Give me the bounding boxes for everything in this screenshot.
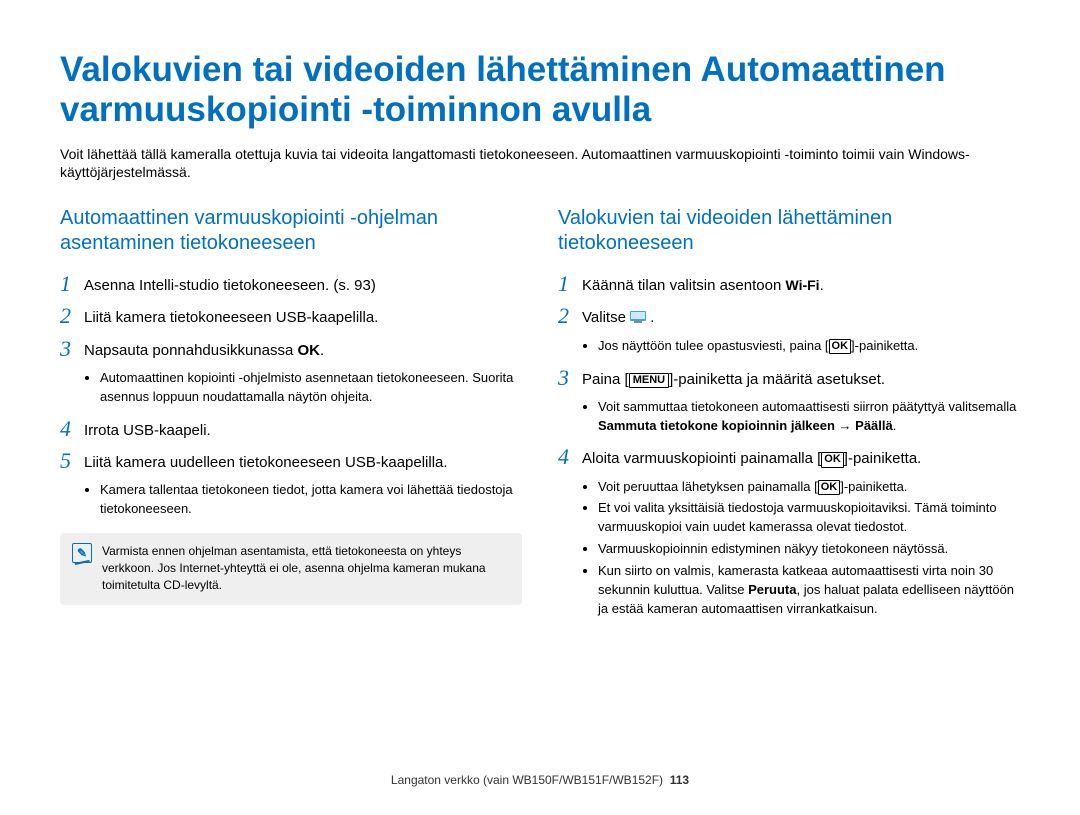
left-step-2: 2 Liitä kamera tietokoneeseen USB-kaapel… (60, 304, 522, 328)
footer-text: Langaton verkko (vain WB150F/WB151F/WB15… (391, 773, 663, 787)
text-fragment: Voit sammuttaa tietokoneen automaattises… (598, 399, 1016, 414)
left-column: Automaattinen varmuuskopiointi -ohjelman… (60, 206, 522, 628)
note-text: Varmista ennen ohjelman asentamista, ett… (102, 543, 510, 595)
two-column-layout: Automaattinen varmuuskopiointi -ohjelman… (60, 206, 1020, 628)
step-text: Irrota USB-kaapeli. (84, 417, 211, 441)
step-number: 4 (60, 417, 84, 441)
page-number: 113 (670, 773, 689, 787)
bold-text: Peruuta (748, 582, 796, 597)
text-fragment: . (820, 277, 824, 294)
text-fragment: Käännä tilan valitsin asentoon (582, 277, 785, 294)
page-title: Valokuvien tai videoiden lähettäminen Au… (60, 50, 1020, 131)
pc-backup-icon (630, 308, 646, 320)
right-step-2-bullets: Jos näyttöön tulee opastusviesti, paina … (598, 337, 1020, 356)
bullet-item: Voit peruuttaa lähetyksen painamalla [OK… (598, 478, 1020, 497)
step-text: Paina [MENU]-painiketta ja määritä asetu… (582, 366, 885, 390)
step-number: 4 (558, 445, 582, 469)
bullet-item: Kamera tallentaa tietokoneen tiedot, jot… (100, 481, 522, 519)
step-number: 1 (558, 272, 582, 296)
text-fragment: Paina [ (582, 371, 629, 388)
bold-text: Sammuta tietokone kopioinnin jälkeen → P… (598, 418, 893, 433)
ok-button-icon: OK (818, 480, 841, 495)
right-step-3-bullets: Voit sammuttaa tietokoneen automaattises… (598, 398, 1020, 436)
step-number: 3 (60, 337, 84, 361)
bullet-item: Automaattinen kopiointi -ohjelmisto asen… (100, 369, 522, 407)
menu-button-icon: MENU (629, 373, 669, 388)
left-step-4: 4 Irrota USB-kaapeli. (60, 417, 522, 441)
left-step-5: 5 Liitä kamera uudelleen tietokoneeseen … (60, 449, 522, 473)
note-icon: ✎ (72, 543, 92, 563)
ok-button-icon: OK (829, 339, 852, 354)
bullet-item: Voit sammuttaa tietokoneen automaattises… (598, 398, 1020, 436)
right-step-3: 3 Paina [MENU]-painiketta ja määritä ase… (558, 366, 1020, 390)
right-step-2: 2 Valitse . (558, 304, 1020, 328)
step-text: Asenna Intelli-studio tietokoneeseen. (s… (84, 272, 376, 296)
text-fragment: ]-painiketta ja määritä asetukset. (669, 371, 885, 388)
step-text: Liitä kamera tietokoneeseen USB-kaapelil… (84, 304, 378, 328)
right-step-4-bullets: Voit peruuttaa lähetyksen painamalla [OK… (598, 478, 1020, 619)
text-fragment: . (893, 418, 897, 433)
step-text: Napsauta ponnahdusikkunassa OK. (84, 337, 324, 361)
text-fragment: ]-painiketta. (844, 450, 922, 467)
ok-button-icon: OK (821, 452, 844, 467)
bullet-item: Varmuuskopioinnin edistyminen näkyy tiet… (598, 540, 1020, 559)
step-number: 3 (558, 366, 582, 390)
page-footer: Langaton verkko (vain WB150F/WB151F/WB15… (0, 773, 1080, 787)
text-fragment: Napsauta ponnahdusikkunassa (84, 342, 298, 359)
step-text: Aloita varmuuskopiointi painamalla [OK]-… (582, 445, 921, 469)
left-step-5-bullets: Kamera tallentaa tietokoneen tiedot, jot… (100, 481, 522, 519)
bullet-item: Et voi valita yksittäisiä tiedostoja var… (598, 499, 1020, 537)
right-step-1: 1 Käännä tilan valitsin asentoon Wi-Fi. (558, 272, 1020, 296)
left-subheading: Automaattinen varmuuskopiointi -ohjelman… (60, 206, 522, 256)
note-box: ✎ Varmista ennen ohjelman asentamista, e… (60, 533, 522, 605)
step-number: 5 (60, 449, 84, 473)
step-text: Liitä kamera uudelleen tietokoneeseen US… (84, 449, 448, 473)
left-step-3: 3 Napsauta ponnahdusikkunassa OK. (60, 337, 522, 361)
text-fragment: Jos näyttöön tulee opastusviesti, paina … (598, 338, 829, 353)
text-fragment: . (320, 342, 324, 359)
text-fragment: Valitse (582, 309, 630, 326)
wifi-icon: Wi-Fi (785, 277, 819, 293)
right-step-4: 4 Aloita varmuuskopiointi painamalla [OK… (558, 445, 1020, 469)
text-fragment: Voit peruuttaa lähetyksen painamalla [ (598, 479, 818, 494)
step-number: 2 (558, 304, 582, 328)
text-fragment: . (650, 309, 654, 326)
step-number: 1 (60, 272, 84, 296)
left-step-3-bullets: Automaattinen kopiointi -ohjelmisto asen… (100, 369, 522, 407)
bullet-item: Kun siirto on valmis, kamerasta katkeaa … (598, 562, 1020, 619)
right-column: Valokuvien tai videoiden lähettäminen ti… (558, 206, 1020, 628)
page-content: Valokuvien tai videoiden lähettäminen Au… (0, 0, 1080, 628)
step-text: Käännä tilan valitsin asentoon Wi-Fi. (582, 272, 824, 296)
step-text: Valitse . (582, 304, 654, 328)
text-fragment: Aloita varmuuskopiointi painamalla [ (582, 450, 821, 467)
text-fragment: ]-painiketta. (840, 479, 907, 494)
bullet-item: Jos näyttöön tulee opastusviesti, paina … (598, 337, 1020, 356)
left-step-1: 1 Asenna Intelli-studio tietokoneeseen. … (60, 272, 522, 296)
intro-paragraph: Voit lähettää tällä kameralla otettuja k… (60, 145, 1020, 183)
bold-text: OK (298, 342, 321, 359)
text-fragment: ]-painiketta. (851, 338, 918, 353)
step-number: 2 (60, 304, 84, 328)
right-subheading: Valokuvien tai videoiden lähettäminen ti… (558, 206, 1020, 256)
